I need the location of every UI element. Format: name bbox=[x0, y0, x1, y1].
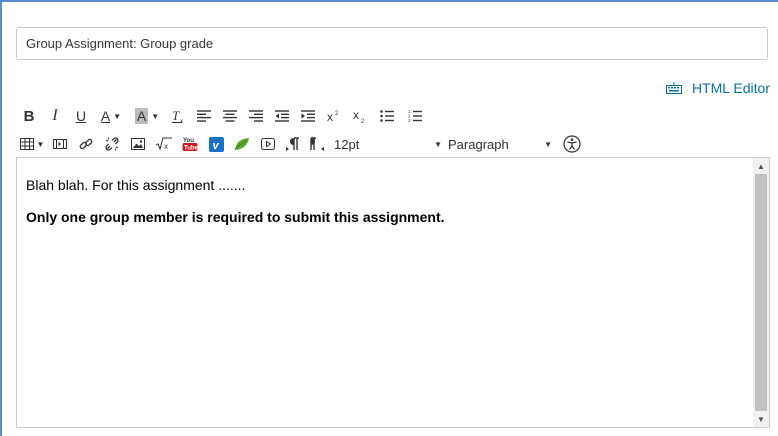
background-color-icon: A bbox=[134, 108, 149, 124]
leaf-button[interactable] bbox=[230, 133, 254, 155]
align-center-button[interactable] bbox=[218, 105, 242, 127]
leaf-icon bbox=[234, 138, 249, 151]
html-editor-link[interactable]: HTML Editor bbox=[665, 79, 770, 97]
vimeo-icon: v bbox=[208, 136, 224, 152]
svg-text:3: 3 bbox=[408, 118, 411, 123]
equation-button[interactable]: x bbox=[152, 133, 176, 155]
indent-icon bbox=[301, 110, 315, 122]
media-icon bbox=[53, 139, 67, 149]
outdent-button[interactable] bbox=[270, 105, 294, 127]
svg-text:2: 2 bbox=[361, 119, 365, 123]
superscript-icon: x2 bbox=[327, 110, 339, 123]
table-button[interactable]: ▼ bbox=[18, 133, 46, 155]
unlink-icon bbox=[105, 137, 119, 151]
assignment-title-input[interactable]: Group Assignment: Group grade bbox=[16, 27, 768, 60]
background-color-button[interactable]: A ▼ bbox=[130, 105, 164, 127]
clear-formatting-icon: Tx bbox=[172, 108, 183, 124]
formatting-toolbar: B I U A ▼ A ▼ Tx x2 x2 123 bbox=[18, 105, 430, 127]
bold-button[interactable]: B bbox=[18, 105, 40, 127]
equation-icon: x bbox=[156, 137, 172, 151]
accessibility-checker-button[interactable] bbox=[558, 133, 586, 155]
svg-text:T: T bbox=[172, 108, 180, 123]
table-icon bbox=[19, 138, 34, 150]
editor-content[interactable]: Blah blah. For this assignment ....... O… bbox=[26, 177, 445, 241]
link-icon bbox=[79, 138, 93, 150]
link-button[interactable] bbox=[74, 133, 98, 155]
scrollbar-thumb[interactable] bbox=[755, 174, 767, 411]
svg-text:v: v bbox=[212, 140, 219, 152]
media-button[interactable] bbox=[48, 133, 72, 155]
subscript-button[interactable]: x2 bbox=[348, 105, 372, 127]
bullet-list-icon bbox=[380, 110, 394, 122]
image-button[interactable] bbox=[126, 133, 150, 155]
svg-text:Tube: Tube bbox=[184, 146, 198, 152]
chevron-down-icon: ▼ bbox=[36, 139, 45, 149]
embed-media-button[interactable] bbox=[256, 133, 280, 155]
italic-button[interactable]: I bbox=[42, 105, 68, 127]
unlink-button[interactable] bbox=[100, 133, 124, 155]
html-editor-label: HTML Editor bbox=[691, 80, 770, 96]
youtube-icon: YouTube bbox=[182, 138, 198, 152]
image-icon bbox=[131, 138, 145, 150]
chevron-down-icon: ▼ bbox=[434, 139, 442, 149]
underline-button[interactable]: U bbox=[70, 105, 92, 127]
vimeo-button[interactable]: v bbox=[204, 133, 228, 155]
paragraph-format-select[interactable]: Paragraph ▼ bbox=[448, 137, 552, 152]
superscript-button[interactable]: x2 bbox=[322, 105, 346, 127]
ltr-direction-button[interactable] bbox=[282, 133, 304, 155]
embed-media-icon bbox=[261, 138, 275, 150]
bullet-list-button[interactable] bbox=[374, 105, 400, 127]
outdent-icon bbox=[275, 110, 289, 122]
insert-toolbar: ▼ x You Tube v 12pt ▼ Paragraph ▼ bbox=[18, 133, 588, 155]
chevron-down-icon: ▼ bbox=[113, 111, 122, 121]
align-right-button[interactable] bbox=[244, 105, 268, 127]
clear-formatting-button[interactable]: Tx bbox=[166, 105, 190, 127]
ltr-direction-icon bbox=[286, 137, 299, 151]
keyboard-icon bbox=[665, 82, 682, 94]
numbered-list-button[interactable]: 123 bbox=[402, 105, 428, 127]
rich-content-editor[interactable]: Blah blah. For this assignment ....... O… bbox=[16, 157, 770, 428]
align-right-icon bbox=[249, 110, 263, 122]
svg-text:x: x bbox=[180, 119, 183, 124]
content-paragraph-bold: Only one group member is required to sub… bbox=[26, 209, 445, 225]
rtl-direction-button[interactable] bbox=[306, 133, 328, 155]
scroll-down-arrow-icon[interactable]: ▼ bbox=[753, 411, 769, 427]
align-center-icon bbox=[223, 110, 237, 122]
accessibility-icon bbox=[563, 135, 581, 153]
content-paragraph: Blah blah. For this assignment ....... bbox=[26, 177, 246, 193]
youtube-button[interactable]: You Tube bbox=[178, 133, 202, 155]
align-left-icon bbox=[197, 110, 211, 122]
scroll-up-arrow-icon[interactable]: ▲ bbox=[753, 158, 769, 174]
numbered-list-icon: 123 bbox=[408, 109, 422, 123]
paragraph-format-value: Paragraph bbox=[448, 136, 509, 152]
vertical-scrollbar[interactable]: ▲ ▼ bbox=[753, 158, 769, 427]
chevron-down-icon: ▼ bbox=[151, 111, 160, 121]
rtl-direction-icon bbox=[310, 137, 324, 151]
chevron-down-icon: ▼ bbox=[544, 139, 552, 149]
font-size-value: 12pt bbox=[334, 136, 360, 152]
indent-button[interactable] bbox=[296, 105, 320, 127]
svg-text:x: x bbox=[164, 142, 168, 151]
svg-text:2: 2 bbox=[335, 111, 339, 117]
svg-text:x: x bbox=[353, 109, 359, 122]
subscript-icon: x2 bbox=[353, 109, 365, 123]
svg-text:x: x bbox=[327, 110, 333, 123]
align-left-button[interactable] bbox=[192, 105, 216, 127]
text-color-icon: A bbox=[100, 108, 111, 124]
text-color-button[interactable]: A ▼ bbox=[94, 105, 128, 127]
font-size-select[interactable]: 12pt ▼ bbox=[334, 137, 442, 152]
